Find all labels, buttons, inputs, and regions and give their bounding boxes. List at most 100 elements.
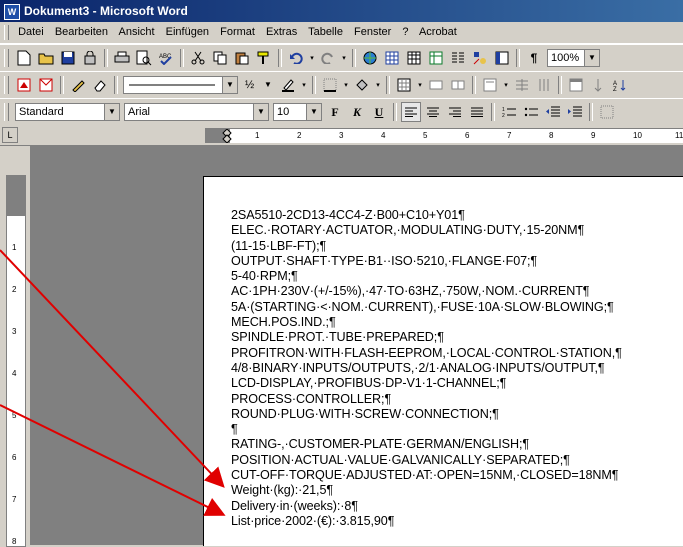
convert-to-pdf-icon[interactable] (14, 75, 34, 95)
line-width-select[interactable]: ½ ▼ (242, 77, 275, 93)
chevron-down-icon[interactable]: ▼ (261, 77, 275, 93)
shading-dropdown-icon[interactable]: ▾ (374, 75, 382, 95)
doc-line[interactable]: List·price·2002·(€):·3.815,90¶ (231, 514, 622, 529)
menu-grip-handle[interactable] (4, 24, 9, 40)
doc-line[interactable]: 2SA5510-2CD13-4CC4-Z·B00+C10+Y01¶ (231, 208, 622, 223)
insert-table-grid-icon[interactable] (394, 75, 414, 95)
doc-line[interactable]: ¶ (231, 422, 622, 437)
table-autoformat-icon[interactable] (566, 75, 586, 95)
doc-line[interactable]: 5-40·RPM;¶ (231, 269, 622, 284)
split-cells-icon[interactable] (448, 75, 468, 95)
doc-line[interactable]: 4/8·BINARY·INPUTS/OUTPUTS,·2/1·ANALOG·IN… (231, 361, 622, 376)
toolbar-grip[interactable] (4, 103, 9, 121)
doc-line[interactable]: LCD-DISPLAY,·PROFIBUS·DP-V1·1-CHANNEL;¶ (231, 376, 622, 391)
save-icon[interactable] (58, 48, 78, 68)
font-select[interactable]: Arial ▼ (124, 103, 269, 121)
insert-table-icon[interactable] (404, 48, 424, 68)
align-center-icon[interactable] (423, 102, 443, 122)
menu-help[interactable]: ? (402, 26, 408, 38)
distribute-columns-icon[interactable] (534, 75, 554, 95)
vertical-ruler[interactable]: 12345678 (6, 175, 26, 547)
menu-einfuegen[interactable]: Einfügen (166, 26, 209, 38)
chevron-down-icon[interactable]: ▼ (306, 104, 321, 120)
new-document-icon[interactable] (14, 48, 34, 68)
borders-dropdown-icon[interactable]: ▾ (342, 75, 350, 95)
underline-icon[interactable]: U (369, 102, 389, 122)
italic-icon[interactable]: K (347, 102, 367, 122)
menu-datei[interactable]: Datei (18, 26, 44, 38)
justify-icon[interactable] (467, 102, 487, 122)
border-color-icon[interactable] (278, 75, 298, 95)
doc-line[interactable]: ROUND·PLUG·WITH·SCREW·CONNECTION;¶ (231, 407, 622, 422)
print-icon[interactable] (112, 48, 132, 68)
menu-extras[interactable]: Extras (266, 26, 297, 38)
undo-icon[interactable] (286, 48, 306, 68)
tab-selector[interactable]: L (2, 127, 18, 143)
doc-line[interactable]: OUTPUT·SHAFT·TYPE·B1··ISO·5210,·FLANGE·F… (231, 254, 622, 269)
doc-line[interactable]: MECH.POS.IND.;¶ (231, 315, 622, 330)
undo-dropdown-icon[interactable]: ▾ (308, 48, 316, 68)
insert-excel-icon[interactable] (426, 48, 446, 68)
redo-dropdown-icon[interactable]: ▾ (340, 48, 348, 68)
shading-color-icon[interactable] (352, 75, 372, 95)
menu-acrobat[interactable]: Acrobat (419, 26, 457, 38)
redo-icon[interactable] (318, 48, 338, 68)
doc-line[interactable]: AC·1PH·230V·(+/-15%),·47·TO·63HZ,·750W,·… (231, 284, 622, 299)
style-select[interactable]: Standard ▼ (15, 103, 120, 121)
paste-icon[interactable] (232, 48, 252, 68)
spelling-check-icon[interactable]: ABC (156, 48, 176, 68)
columns-icon[interactable] (448, 48, 468, 68)
pdf-email-icon[interactable] (36, 75, 56, 95)
doc-line[interactable]: 5A·(STARTING·<·NOM.·CURRENT),·FUSE·10A·S… (231, 300, 622, 315)
hyperlink-icon[interactable] (360, 48, 380, 68)
cut-icon[interactable] (188, 48, 208, 68)
distribute-rows-icon[interactable] (512, 75, 532, 95)
menu-ansicht[interactable]: Ansicht (118, 26, 154, 38)
align-cell-icon[interactable] (480, 75, 500, 95)
change-text-direction-icon[interactable] (588, 75, 608, 95)
decrease-indent-icon[interactable] (543, 102, 563, 122)
doc-line[interactable]: Weight·(kg):·21,5¶ (231, 483, 622, 498)
permission-icon[interactable] (80, 48, 100, 68)
doc-line[interactable]: Delivery·in·(weeks):·8¶ (231, 499, 622, 514)
pen-icon[interactable] (68, 75, 88, 95)
word-app-icon[interactable]: W (4, 3, 20, 20)
menu-fenster[interactable]: Fenster (354, 26, 391, 38)
bullet-list-icon[interactable] (521, 102, 541, 122)
sort-ascending-icon[interactable]: AZ (610, 75, 630, 95)
menu-format[interactable]: Format (220, 26, 255, 38)
print-preview-icon[interactable] (134, 48, 154, 68)
horizontal-ruler[interactable]: 1 2 3 4 5 6 7 8 9 10 11 (205, 128, 683, 143)
document-text[interactable]: 2SA5510-2CD13-4CC4-Z·B00+C10+Y01¶ ELEC.·… (231, 208, 622, 529)
tables-borders-icon[interactable] (382, 48, 402, 68)
border-color-dropdown-icon[interactable]: ▾ (300, 75, 308, 95)
doc-line[interactable]: SPINDLE·PROT.·TUBE·PREPARED;¶ (231, 330, 622, 345)
document-map-icon[interactable] (492, 48, 512, 68)
document-page[interactable]: 2SA5510-2CD13-4CC4-Z·B00+C10+Y01¶ ELEC.·… (203, 176, 683, 546)
numbered-list-icon[interactable]: 12 (499, 102, 519, 122)
show-formatting-icon[interactable]: ¶ (524, 48, 544, 68)
doc-line[interactable]: RATING-,·CUSTOMER-PLATE·GERMAN/ENGLISH;¶ (231, 437, 622, 452)
doc-line[interactable]: (11-15·LBF-FT);¶ (231, 239, 622, 254)
chevron-down-icon[interactable]: ▼ (222, 77, 237, 93)
borders-icon[interactable] (320, 75, 340, 95)
toolbar-grip[interactable] (4, 76, 9, 94)
bold-icon[interactable]: F (325, 102, 345, 122)
menu-tabelle[interactable]: Tabelle (308, 26, 343, 38)
chevron-down-icon[interactable]: ▼ (104, 104, 119, 120)
format-painter-icon[interactable] (254, 48, 274, 68)
increase-indent-icon[interactable] (565, 102, 585, 122)
doc-line[interactable]: CUT-OFF·TORQUE·ADJUSTED·AT:·OPEN=15NM,·C… (231, 468, 622, 483)
open-folder-icon[interactable] (36, 48, 56, 68)
menu-bearbeiten[interactable]: Bearbeiten (55, 26, 108, 38)
font-size-select[interactable]: 10 ▼ (273, 103, 322, 121)
insert-table-dropdown-icon[interactable]: ▾ (416, 75, 424, 95)
line-style-select[interactable]: ▼ (123, 76, 238, 94)
zoom-select[interactable]: 100% ▼ (547, 49, 600, 67)
doc-line[interactable]: ELEC.·ROTARY·ACTUATOR,·MODULATING·DUTY,·… (231, 223, 622, 238)
chevron-down-icon[interactable]: ▼ (584, 50, 599, 66)
align-left-icon[interactable] (401, 102, 421, 122)
toolbar-grip[interactable] (4, 49, 9, 67)
doc-line[interactable]: PROCESS·CONTROLLER;¶ (231, 392, 622, 407)
outside-border-icon[interactable] (597, 102, 617, 122)
